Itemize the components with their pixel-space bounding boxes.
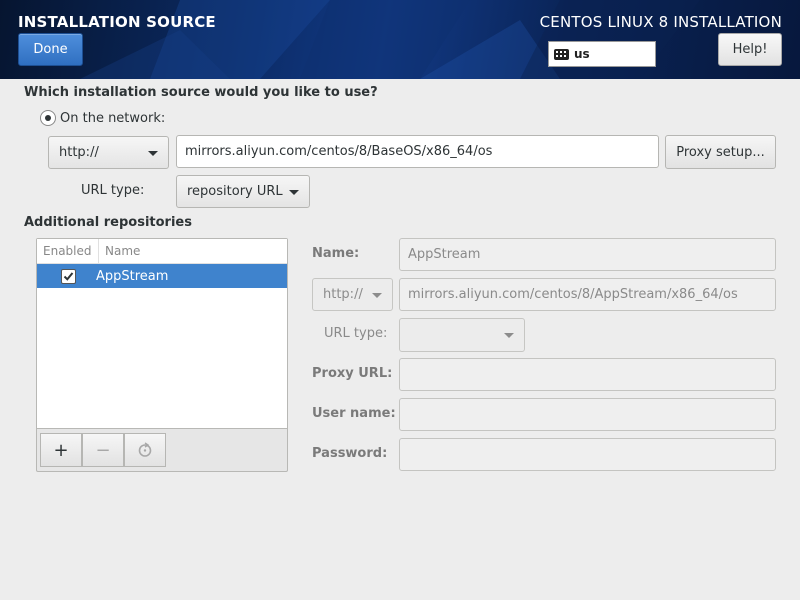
user-name-input[interactable]: [399, 398, 776, 431]
source-question: Which installation source would you like…: [24, 85, 378, 100]
repo-protocol-dropdown[interactable]: http://: [312, 278, 393, 311]
column-name[interactable]: Name: [99, 239, 140, 263]
refresh-icon: [138, 442, 152, 457]
keyboard-layout-label: us: [574, 47, 590, 61]
repo-list-panel: Enabled Name AppStream + −: [36, 238, 288, 472]
repo-url-type-dropdown[interactable]: [399, 318, 525, 352]
keyboard-icon: [554, 48, 569, 60]
url-type-value: repository URL: [187, 184, 283, 199]
product-title: CENTOS LINUX 8 INSTALLATION: [539, 13, 782, 31]
chevron-down-icon: [372, 292, 382, 298]
chevron-down-icon: [288, 190, 299, 195]
chevron-down-icon: [148, 150, 158, 156]
remove-repo-button[interactable]: −: [82, 433, 124, 467]
url-type-dropdown[interactable]: repository URL: [176, 175, 310, 208]
repo-name: AppStream: [96, 268, 169, 284]
network-radio[interactable]: [40, 110, 56, 126]
help-button[interactable]: Help!: [718, 33, 782, 66]
password-input[interactable]: [399, 438, 776, 471]
enabled-checkbox[interactable]: [61, 268, 76, 284]
additional-repos-title: Additional repositories: [24, 215, 192, 230]
network-radio-label: On the network:: [60, 110, 166, 126]
keyboard-layout-indicator[interactable]: us: [548, 41, 656, 67]
proxy-setup-button[interactable]: Proxy setup...: [665, 135, 776, 169]
url-input[interactable]: mirrors.aliyun.com/centos/8/BaseOS/x86_6…: [176, 135, 659, 168]
header-background-art: [80, 0, 700, 79]
password-label: Password:: [312, 446, 388, 461]
header-bar: INSTALLATION SOURCE CENTOS LINUX 8 INSTA…: [0, 0, 800, 79]
repo-url-input[interactable]: mirrors.aliyun.com/centos/8/AppStream/x8…: [399, 278, 776, 311]
repo-list-header: Enabled Name: [37, 239, 287, 264]
protocol-value: http://: [59, 145, 99, 160]
checkmark-icon: [63, 271, 74, 281]
protocol-dropdown[interactable]: http://: [48, 136, 169, 169]
user-name-label: User name:: [312, 406, 396, 421]
proxy-url-input[interactable]: [399, 358, 776, 391]
column-enabled[interactable]: Enabled: [37, 239, 99, 263]
chevron-down-icon: [504, 333, 514, 338]
repo-name-label: Name:: [312, 246, 360, 261]
repo-url-type-label: URL type:: [324, 326, 388, 341]
repo-list: Enabled Name AppStream: [37, 239, 287, 429]
reset-repos-button[interactable]: [124, 433, 166, 467]
add-repo-button[interactable]: +: [40, 433, 82, 467]
done-button[interactable]: Done: [18, 33, 83, 66]
proxy-url-label: Proxy URL:: [312, 366, 393, 381]
url-type-label: URL type:: [81, 183, 145, 198]
repo-protocol-value: http://: [323, 287, 363, 302]
repo-name-input[interactable]: AppStream: [399, 238, 776, 271]
list-item[interactable]: AppStream: [37, 264, 287, 288]
page-title: INSTALLATION SOURCE: [18, 13, 216, 31]
network-radio-option[interactable]: On the network:: [40, 110, 165, 126]
